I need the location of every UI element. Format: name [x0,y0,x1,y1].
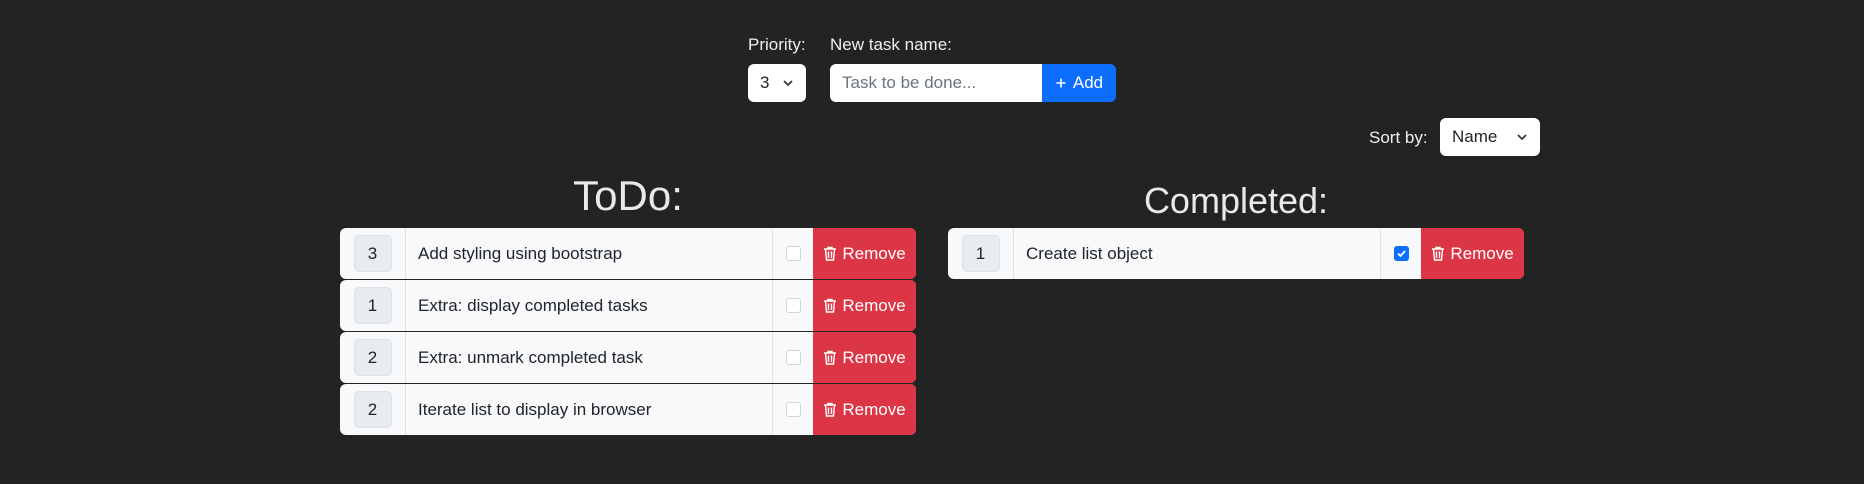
priority-select[interactable]: 3 [748,64,806,102]
chevron-down-icon [783,80,793,87]
task-name: Extra: display completed tasks [406,280,773,331]
remove-label: Remove [842,295,906,315]
chevron-down-icon [1517,134,1527,141]
todo-row: 1 Extra: display completed tasks Remove [340,280,916,331]
task-name-label: New task name: [830,35,952,54]
trash-icon [824,246,837,261]
priority-cell: 2 [340,384,406,435]
checkbox-cell [773,228,813,279]
todo-row: 2 Iterate list to display in browser Rem… [340,384,916,435]
priority-select-value: 3 [760,73,770,92]
remove-button[interactable]: Remove [813,332,916,383]
plus-icon [1056,78,1066,88]
complete-checkbox[interactable] [785,402,801,417]
check-icon [1396,250,1406,258]
checkbox-cell [773,384,813,435]
complete-checkbox[interactable] [785,246,801,261]
remove-label: Remove [842,347,906,367]
task-name: Create list object [1014,228,1381,279]
remove-label: Remove [842,399,906,419]
todo-title: ToDo: [573,172,683,219]
add-task-button[interactable]: Add [1042,64,1116,102]
remove-button[interactable]: Remove [813,280,916,331]
trash-icon [824,350,837,365]
task-name: Iterate list to display in browser [406,384,773,435]
complete-checkbox[interactable] [1393,246,1409,261]
task-name: Add styling using bootstrap [406,228,773,279]
priority-cell: 1 [340,280,406,331]
trash-icon [824,402,837,417]
todo-row: 3 Add styling using bootstrap Remove [340,228,916,279]
remove-button[interactable]: Remove [813,228,916,279]
task-name: Extra: unmark completed task [406,332,773,383]
complete-checkbox[interactable] [785,350,801,365]
task-name-input[interactable] [830,64,1042,102]
priority-badge: 2 [353,339,392,376]
complete-checkbox[interactable] [785,298,801,313]
priority-label: Priority: [748,35,806,54]
remove-button[interactable]: Remove [813,384,916,435]
sort-select[interactable]: Name [1440,118,1540,156]
priority-badge: 2 [353,391,392,428]
remove-label: Remove [1450,243,1514,263]
priority-badge: 3 [353,235,392,272]
trash-icon [1432,246,1445,261]
sort-label: Sort by: [1369,128,1428,147]
priority-cell: 2 [340,332,406,383]
trash-icon [824,298,837,313]
todo-row: 2 Extra: unmark completed task Remove [340,332,916,383]
priority-badge: 1 [961,235,1000,272]
remove-button[interactable]: Remove [1421,228,1524,279]
priority-cell: 3 [340,228,406,279]
remove-label: Remove [842,243,906,263]
checkbox-cell [773,332,813,383]
priority-badge: 1 [353,287,392,324]
checkbox-cell [1381,228,1421,279]
add-task-label: Add [1072,73,1104,92]
priority-cell: 1 [948,228,1014,279]
completed-title: Completed: [1143,180,1329,221]
checkbox-cell [773,280,813,331]
sort-select-value: Name [1452,127,1498,146]
completed-row: 1 Create list object Remove [948,228,1524,279]
